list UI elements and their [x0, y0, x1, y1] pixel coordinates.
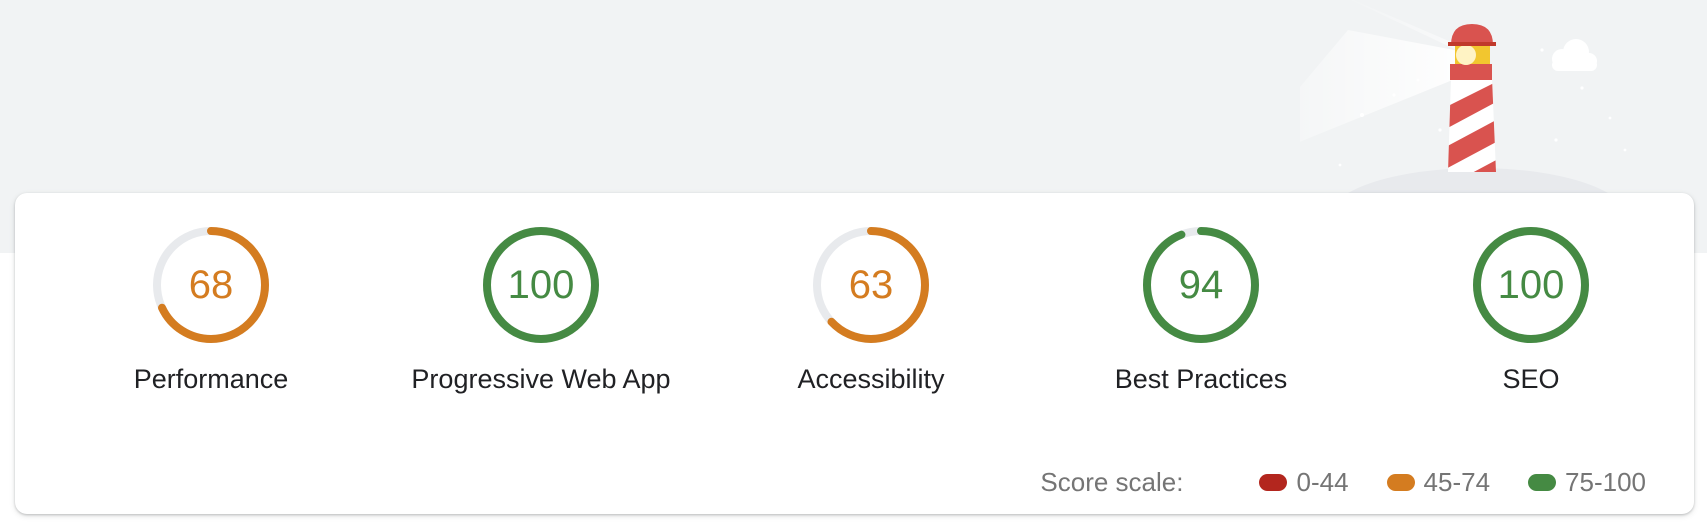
scores-card: 68 Performance 100 Progressive Web App 63 Acc…	[15, 193, 1694, 514]
lighthouse-icon	[1300, 0, 1627, 200]
gauge-label: Best Practices	[1114, 364, 1288, 394]
gauge-label: Progressive Web App	[411, 364, 671, 394]
gauge-score: 63	[848, 263, 894, 307]
gauge-score: 100	[1497, 263, 1565, 307]
gauge-score: 68	[188, 263, 234, 307]
gauge-accessibility[interactable]: 63 Accessibility	[731, 225, 1011, 405]
gauge-best-practices[interactable]: 94 Best Practices	[1061, 225, 1341, 405]
score-scale-average: 45-74	[1386, 466, 1491, 498]
score-scale-pass-label: 75-100	[1565, 466, 1646, 497]
gauge-label: SEO	[1502, 364, 1560, 394]
fail-swatch-icon	[1259, 473, 1288, 491]
score-scale-label: Score scale:	[1040, 466, 1184, 497]
pass-swatch-icon	[1528, 473, 1557, 491]
gauge-performance[interactable]: 68 Performance	[71, 225, 351, 405]
score-scale-fail-label: 0-44	[1296, 466, 1349, 497]
average-swatch-icon	[1386, 473, 1415, 491]
gauge-progressive-web-app[interactable]: 100 Progressive Web App	[401, 225, 681, 405]
gauge-label: Accessibility	[797, 364, 945, 394]
gauge-score: 94	[1178, 263, 1224, 307]
cloud-icon	[1552, 39, 1597, 71]
gauge-label: Performance	[133, 364, 289, 394]
score-scale-fail: 0-44	[1259, 466, 1349, 498]
gauge-score: 100	[507, 263, 575, 307]
score-scale-average-label: 45-74	[1423, 466, 1491, 497]
gauge-seo[interactable]: 100 SEO	[1391, 225, 1671, 405]
score-scale: Score scale: 0-44 45-74 75-100	[1040, 465, 1646, 499]
score-scale-pass: 75-100	[1528, 467, 1646, 498]
